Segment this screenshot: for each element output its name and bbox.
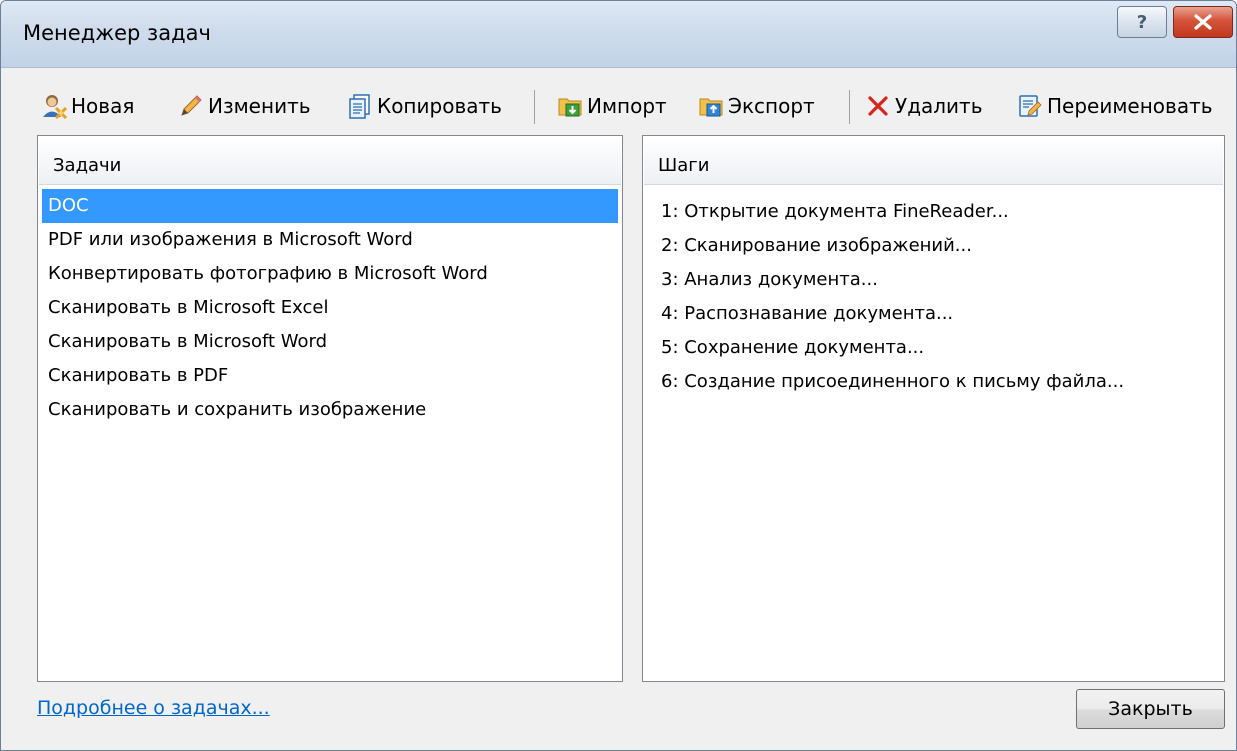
step-item[interactable]: 6: Создание присоединенного к письму фай… bbox=[643, 365, 1224, 399]
delete-x-icon bbox=[865, 93, 891, 119]
task-item[interactable]: Сканировать в Microsoft Excel bbox=[42, 291, 618, 325]
copy-task-label: Копировать bbox=[377, 94, 502, 118]
step-item[interactable]: 5: Сохранение документа... bbox=[643, 331, 1224, 365]
copy-document-icon bbox=[347, 93, 373, 119]
rename-document-icon bbox=[1017, 93, 1043, 119]
delete-task-label: Удалить bbox=[895, 94, 983, 118]
export-task-button[interactable]: Экспорт bbox=[698, 90, 815, 122]
delete-task-button[interactable]: Удалить bbox=[865, 90, 983, 122]
pencil-icon bbox=[178, 93, 204, 119]
import-task-button[interactable]: Импорт bbox=[557, 90, 667, 122]
task-item[interactable]: Сканировать в PDF bbox=[42, 359, 618, 393]
export-folder-icon bbox=[698, 93, 724, 119]
steps-panel: Шаги 1: Открытие документа FineReader...… bbox=[642, 135, 1225, 682]
rename-task-button[interactable]: Переименовать bbox=[1017, 90, 1213, 122]
task-item[interactable]: Конвертировать фотографию в Microsoft Wo… bbox=[42, 257, 618, 291]
window-close-button[interactable] bbox=[1173, 6, 1233, 38]
step-item[interactable]: 4: Распознавание документа... bbox=[643, 297, 1224, 331]
tasks-panel: Задачи DOC PDF или изображения в Microso… bbox=[37, 135, 623, 682]
step-item[interactable]: 3: Анализ документа... bbox=[643, 263, 1224, 297]
copy-task-button[interactable]: Копировать bbox=[347, 90, 502, 122]
close-dialog-button[interactable]: Закрыть bbox=[1076, 689, 1225, 729]
edit-task-button[interactable]: Изменить bbox=[178, 90, 311, 122]
step-item[interactable]: 2: Сканирование изображений... bbox=[643, 229, 1224, 263]
steps-list: 1: Открытие документа FineReader... 2: С… bbox=[643, 185, 1224, 399]
title-bar[interactable]: Менеджер задач ? bbox=[1, 1, 1236, 68]
edit-task-label: Изменить bbox=[208, 94, 311, 118]
rename-task-label: Переименовать bbox=[1047, 94, 1213, 118]
new-task-button[interactable]: Новая bbox=[41, 90, 134, 122]
task-item[interactable]: DOC bbox=[42, 189, 618, 223]
task-item[interactable]: Сканировать и сохранить изображение bbox=[42, 393, 618, 427]
new-task-label: Новая bbox=[71, 94, 135, 118]
task-manager-window: Менеджер задач ? Новая Изменить Копирова… bbox=[0, 0, 1237, 751]
toolbar-separator bbox=[849, 90, 850, 124]
tasks-list: DOC PDF или изображения в Microsoft Word… bbox=[38, 185, 622, 427]
import-task-label: Импорт bbox=[587, 94, 667, 118]
steps-header: Шаги bbox=[644, 137, 1223, 185]
step-item[interactable]: 1: Открытие документа FineReader... bbox=[643, 195, 1224, 229]
tasks-header: Задачи bbox=[39, 137, 621, 185]
toolbar-separator bbox=[534, 90, 535, 124]
export-task-label: Экспорт bbox=[728, 94, 815, 118]
task-item[interactable]: Сканировать в Microsoft Word bbox=[42, 325, 618, 359]
new-user-icon bbox=[41, 93, 67, 119]
window-title: Менеджер задач bbox=[23, 21, 211, 45]
help-button[interactable]: ? bbox=[1117, 6, 1167, 38]
more-about-tasks-link[interactable]: Подробнее о задачах... bbox=[37, 697, 270, 719]
close-x-icon bbox=[1194, 14, 1212, 30]
toolbar: Новая Изменить Копировать Импорт Экспорт… bbox=[1, 68, 1236, 130]
import-folder-icon bbox=[557, 93, 583, 119]
task-item[interactable]: PDF или изображения в Microsoft Word bbox=[42, 223, 618, 257]
